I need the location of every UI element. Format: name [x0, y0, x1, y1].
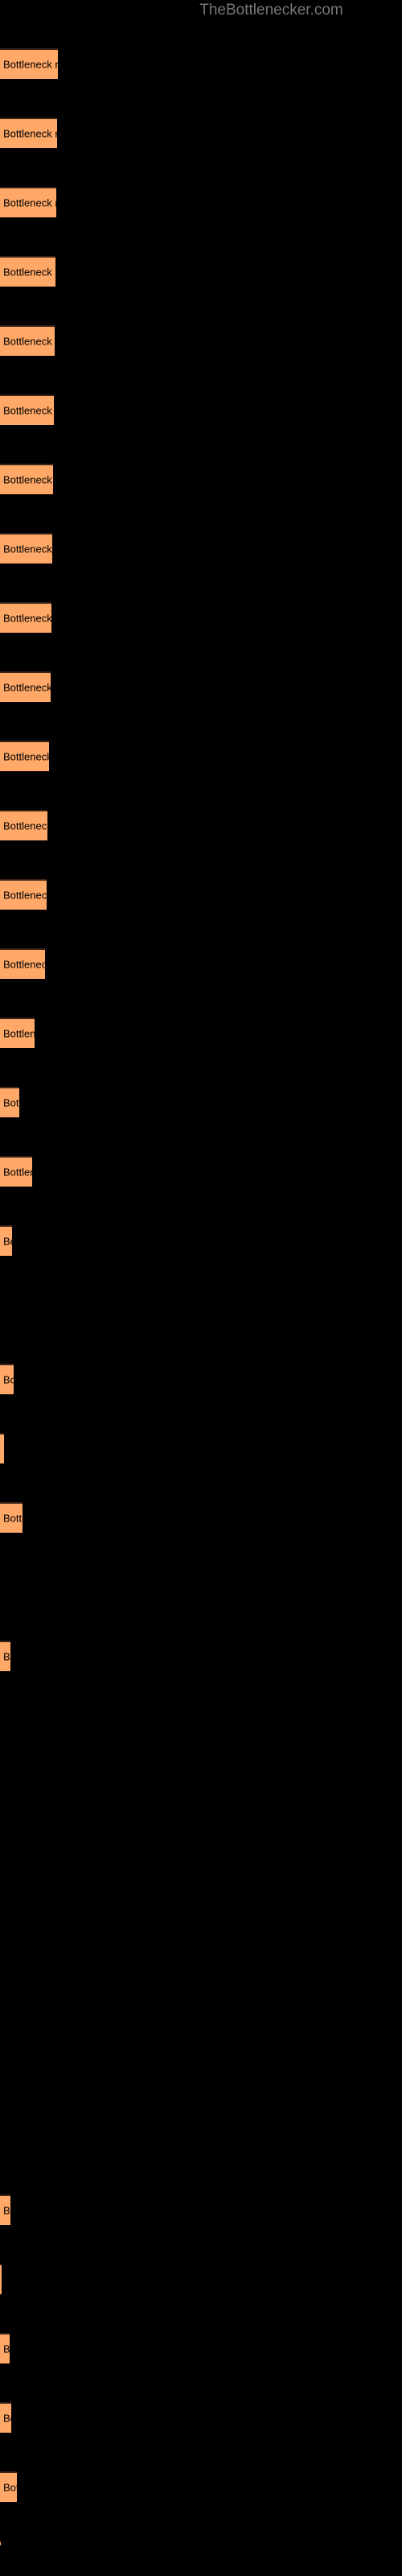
bar-label: Bottleneck result [3, 1096, 19, 1109]
chart-bar[interactable]: Bottleneck result [0, 533, 52, 564]
bar-label: Bottleneck result [3, 1166, 32, 1179]
chart-bar[interactable]: Bottleneck result [0, 48, 58, 79]
chart-bar[interactable]: Bottleneck result [0, 602, 51, 633]
chart-bar[interactable]: Bottleneck result [0, 1225, 12, 1256]
bar-label: Bottleneck result [3, 1235, 12, 1248]
chart-bar[interactable]: Bottleneck result [0, 2541, 1, 2545]
chart-bar[interactable]: Bottleneck result [0, 1018, 35, 1048]
chart-bar[interactable]: Bottleneck result [0, 1502, 23, 1533]
bar-label: Bottleneck result [3, 2412, 11, 2425]
bar-label: Bottleneck result [3, 335, 55, 348]
chart-bar[interactable]: Bottleneck result [0, 1433, 4, 1463]
bar-label: Bottleneck result [3, 889, 47, 902]
chart-bar[interactable]: Bottleneck result [0, 1087, 19, 1117]
bar-label: Bottleneck result [3, 612, 51, 625]
bar-label: Bottleneck result [3, 819, 47, 832]
bar-label: Bottleneck result [3, 958, 45, 971]
chart-bar[interactable]: Bottleneck result [0, 118, 57, 148]
chart-bar[interactable]: Bottleneck result [0, 1364, 14, 1394]
bar-label: Bottleneck result [3, 1027, 35, 1040]
chart-bar[interactable]: Bottleneck result [0, 2194, 10, 2225]
chart-bar[interactable]: Bottleneck result [0, 741, 49, 771]
chart-bar[interactable]: Bottleneck result [0, 1156, 32, 1187]
bar-label: Bottleneck result [3, 1444, 4, 1455]
bar-label: Bottleneck result [3, 2343, 10, 2355]
chart-bar[interactable]: Bottleneck result [0, 948, 45, 979]
bar-label: Bottleneck result [3, 750, 49, 763]
bar-label: Bottleneck result [3, 58, 58, 71]
bar-label: Bottleneck result [3, 681, 51, 694]
bar-label: Bottleneck result [3, 1650, 10, 1663]
chart-bar[interactable]: Bottleneck result [0, 394, 54, 425]
bar-label: Bottleneck result [3, 473, 53, 486]
chart-bar[interactable]: Bottleneck result [0, 2333, 10, 2363]
bar-label: Bottleneck result [3, 196, 56, 209]
chart-bar[interactable]: Bottleneck result [0, 256, 55, 287]
chart-bar[interactable]: Bottleneck result [0, 325, 55, 356]
bar-label: Bottleneck result [3, 266, 55, 279]
chart-bar[interactable]: Bottleneck result [0, 2264, 2, 2294]
chart-bar[interactable]: Bottleneck result [0, 464, 53, 494]
chart-bar[interactable]: Bottleneck result [0, 879, 47, 910]
bar-label: Bottleneck result [3, 1373, 14, 1386]
bar-label: Bottleneck result [3, 127, 57, 140]
bar-label: Bottleneck result [3, 1512, 23, 1525]
chart-bar[interactable]: Bottleneck result [0, 810, 47, 840]
chart-bar[interactable]: Bottleneck result [0, 1641, 10, 1671]
chart-bar[interactable]: Bottleneck result [0, 671, 51, 702]
horizontal-bar-chart: Bottleneck result Bottleneck result Bottle… [0, 0, 402, 2576]
chart-bar[interactable]: Bottleneck result [0, 187, 56, 217]
bar-label: Bottleneck result [3, 2204, 10, 2217]
chart-bar[interactable]: Bottleneck result [0, 2471, 17, 2502]
chart-bar[interactable]: Bottleneck result [0, 2402, 11, 2433]
bar-label: Bottleneck result [3, 543, 52, 555]
bar-label: Bottleneck result [3, 2481, 17, 2494]
bar-label: Bottleneck result [3, 404, 54, 417]
